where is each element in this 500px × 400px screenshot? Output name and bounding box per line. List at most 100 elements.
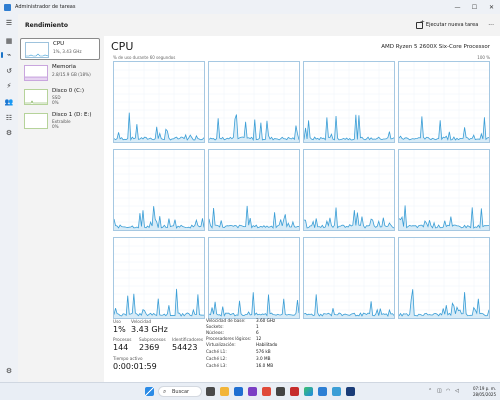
- resource-list: CPU 1%, 3.43 GHz Memoria 2.8/15.9 GB (18…: [18, 36, 102, 382]
- utilization-max: 100 %: [477, 55, 490, 60]
- uptime-value: 0:00:01:59: [113, 362, 157, 371]
- window-controls: — ☐ ✕: [449, 0, 500, 14]
- title-bar: Administrador de tareas — ☐ ✕: [0, 0, 500, 14]
- disk0-thumbnail: [24, 89, 48, 105]
- taskbar: ⌕ Buscar ⌃ ◫ ◠ ◁ 07:19 p. m. 28/05/2025: [0, 382, 500, 400]
- processes-label: Procesos: [113, 337, 132, 342]
- cpu-thumbnail: [25, 42, 49, 58]
- spec-value: 16.0 MB: [256, 363, 274, 368]
- speed-label: Velocidad: [131, 319, 152, 324]
- app-icon[interactable]: [346, 387, 355, 396]
- app-icon[interactable]: [262, 387, 271, 396]
- nav-rail: ☰ ▦ ⌁ ↺ ⚡ 👥 ☷ ⚙ ⚙: [0, 14, 18, 382]
- menu-icon[interactable]: ☰: [4, 18, 14, 28]
- resource-detail: 2.8/15.9 GB (18%): [52, 72, 91, 77]
- disk1-thumbnail: [24, 113, 48, 129]
- logical-processor-graph: [208, 61, 300, 143]
- app-icon[interactable]: [318, 387, 327, 396]
- file-explorer-icon[interactable]: [220, 387, 229, 396]
- spec-label: Núcleos:: [206, 330, 224, 335]
- new-task-label: Ejecutar nueva tarea: [425, 22, 479, 28]
- search-icon: ⌕: [163, 388, 167, 395]
- page-title: Rendimiento: [25, 21, 68, 29]
- memory-thumbnail: [24, 65, 48, 81]
- performance-icon[interactable]: ⌁: [1, 50, 14, 60]
- close-button[interactable]: ✕: [483, 0, 500, 14]
- spec-value: 3.0 MB: [256, 356, 271, 361]
- logical-processor-graph: [113, 237, 205, 319]
- logical-processor-graph: [398, 149, 490, 231]
- minimize-button[interactable]: —: [449, 0, 466, 14]
- task-manager-taskbar-icon[interactable]: [332, 387, 341, 396]
- app-icon[interactable]: [248, 387, 257, 396]
- spec-label: Caché L2:: [206, 356, 227, 361]
- app-icon[interactable]: [290, 387, 299, 396]
- store-icon[interactable]: [234, 387, 243, 396]
- processes-value: 144: [113, 343, 129, 352]
- resource-item-cpu[interactable]: CPU 1%, 3.43 GHz: [20, 38, 100, 60]
- threads-value: 2369: [139, 343, 160, 352]
- clock-time[interactable]: 07:19 p. m.: [470, 386, 496, 391]
- resource-name: Disco 1 (D: E:): [52, 112, 92, 118]
- wifi-icon[interactable]: ◠: [446, 388, 450, 394]
- app-history-icon[interactable]: ↺: [4, 66, 14, 76]
- spec-value: 576 kB: [256, 349, 271, 354]
- network-icon[interactable]: ◫: [437, 388, 442, 394]
- taskbar-search[interactable]: ⌕ Buscar: [158, 386, 202, 397]
- spec-value: 6: [256, 330, 259, 335]
- utilization-label: % de uso durante 60 segundos: [113, 55, 176, 60]
- start-button-icon[interactable]: [145, 387, 154, 396]
- spec-label: Procesadores lógicos:: [206, 336, 252, 341]
- usage-label: Uso: [113, 319, 121, 324]
- logical-processor-graphs: [113, 61, 490, 319]
- logical-processor-graph: [208, 237, 300, 319]
- logical-processor-graph: [113, 61, 205, 143]
- spec-value: 12: [256, 336, 262, 341]
- spec-value: 1: [256, 324, 259, 329]
- resource-item-memory[interactable]: Memoria 2.8/15.9 GB (18%): [20, 62, 100, 84]
- logical-processor-graph: [303, 61, 395, 143]
- spec-label: Virtualización:: [206, 342, 236, 347]
- threads-label: Subprocesos: [139, 337, 166, 342]
- logical-processor-graph: [303, 149, 395, 231]
- users-icon[interactable]: 👥: [4, 97, 14, 107]
- task-view-icon[interactable]: [206, 387, 215, 396]
- maximize-button[interactable]: ☐: [466, 0, 483, 14]
- spec-label: Caché L1:: [206, 349, 227, 354]
- resource-name: CPU: [53, 41, 65, 47]
- spec-label: Velocidad de base:: [206, 318, 246, 323]
- logical-processor-graph: [208, 149, 300, 231]
- services-icon[interactable]: ⚙: [4, 128, 14, 138]
- usage-value: 1%: [113, 325, 126, 334]
- logical-processor-graph: [113, 149, 205, 231]
- processes-icon[interactable]: ▦: [4, 36, 14, 46]
- details-icon[interactable]: ☷: [4, 113, 14, 123]
- spec-label: Caché L3:: [206, 363, 227, 368]
- settings-icon[interactable]: ⚙: [4, 366, 14, 376]
- resource-name: Memoria: [52, 64, 77, 70]
- spec-value: 3.60 GHz: [256, 318, 276, 323]
- logical-processor-graph: [303, 237, 395, 319]
- logical-processor-graph: [398, 61, 490, 143]
- new-task-button[interactable]: Ejecutar nueva tarea: [415, 19, 479, 29]
- resource-item-disk0[interactable]: Disco 0 (C:) SSD 0%: [20, 86, 100, 108]
- cpu-model-name: AMD Ryzen 5 2600X Six-Core Processor: [381, 44, 490, 50]
- spec-value: Habilitado: [256, 342, 278, 347]
- resource-item-disk1[interactable]: Disco 1 (D: E:) Extraíble 0%: [20, 110, 100, 132]
- cpu-heading: CPU: [111, 40, 134, 53]
- spec-label: Sockets:: [206, 324, 224, 329]
- resource-usage: 0%: [52, 100, 59, 105]
- more-options-button[interactable]: ···: [488, 22, 494, 29]
- clock-date[interactable]: 28/05/2025: [466, 392, 496, 397]
- edge-icon[interactable]: [304, 387, 313, 396]
- volume-icon[interactable]: ◁: [455, 388, 459, 394]
- startup-icon[interactable]: ⚡: [4, 81, 14, 91]
- tray-chevron-icon[interactable]: ⌃: [428, 388, 432, 394]
- window-title: Administrador de tareas: [15, 4, 76, 10]
- resource-detail: 1%, 3.43 GHz: [53, 49, 82, 54]
- search-placeholder: Buscar: [172, 389, 190, 395]
- handles-label: Identificadores: [172, 337, 204, 342]
- app-icon[interactable]: [276, 387, 285, 396]
- logical-processor-graph: [398, 237, 490, 319]
- uptime-label: Tiempo activo: [113, 356, 143, 361]
